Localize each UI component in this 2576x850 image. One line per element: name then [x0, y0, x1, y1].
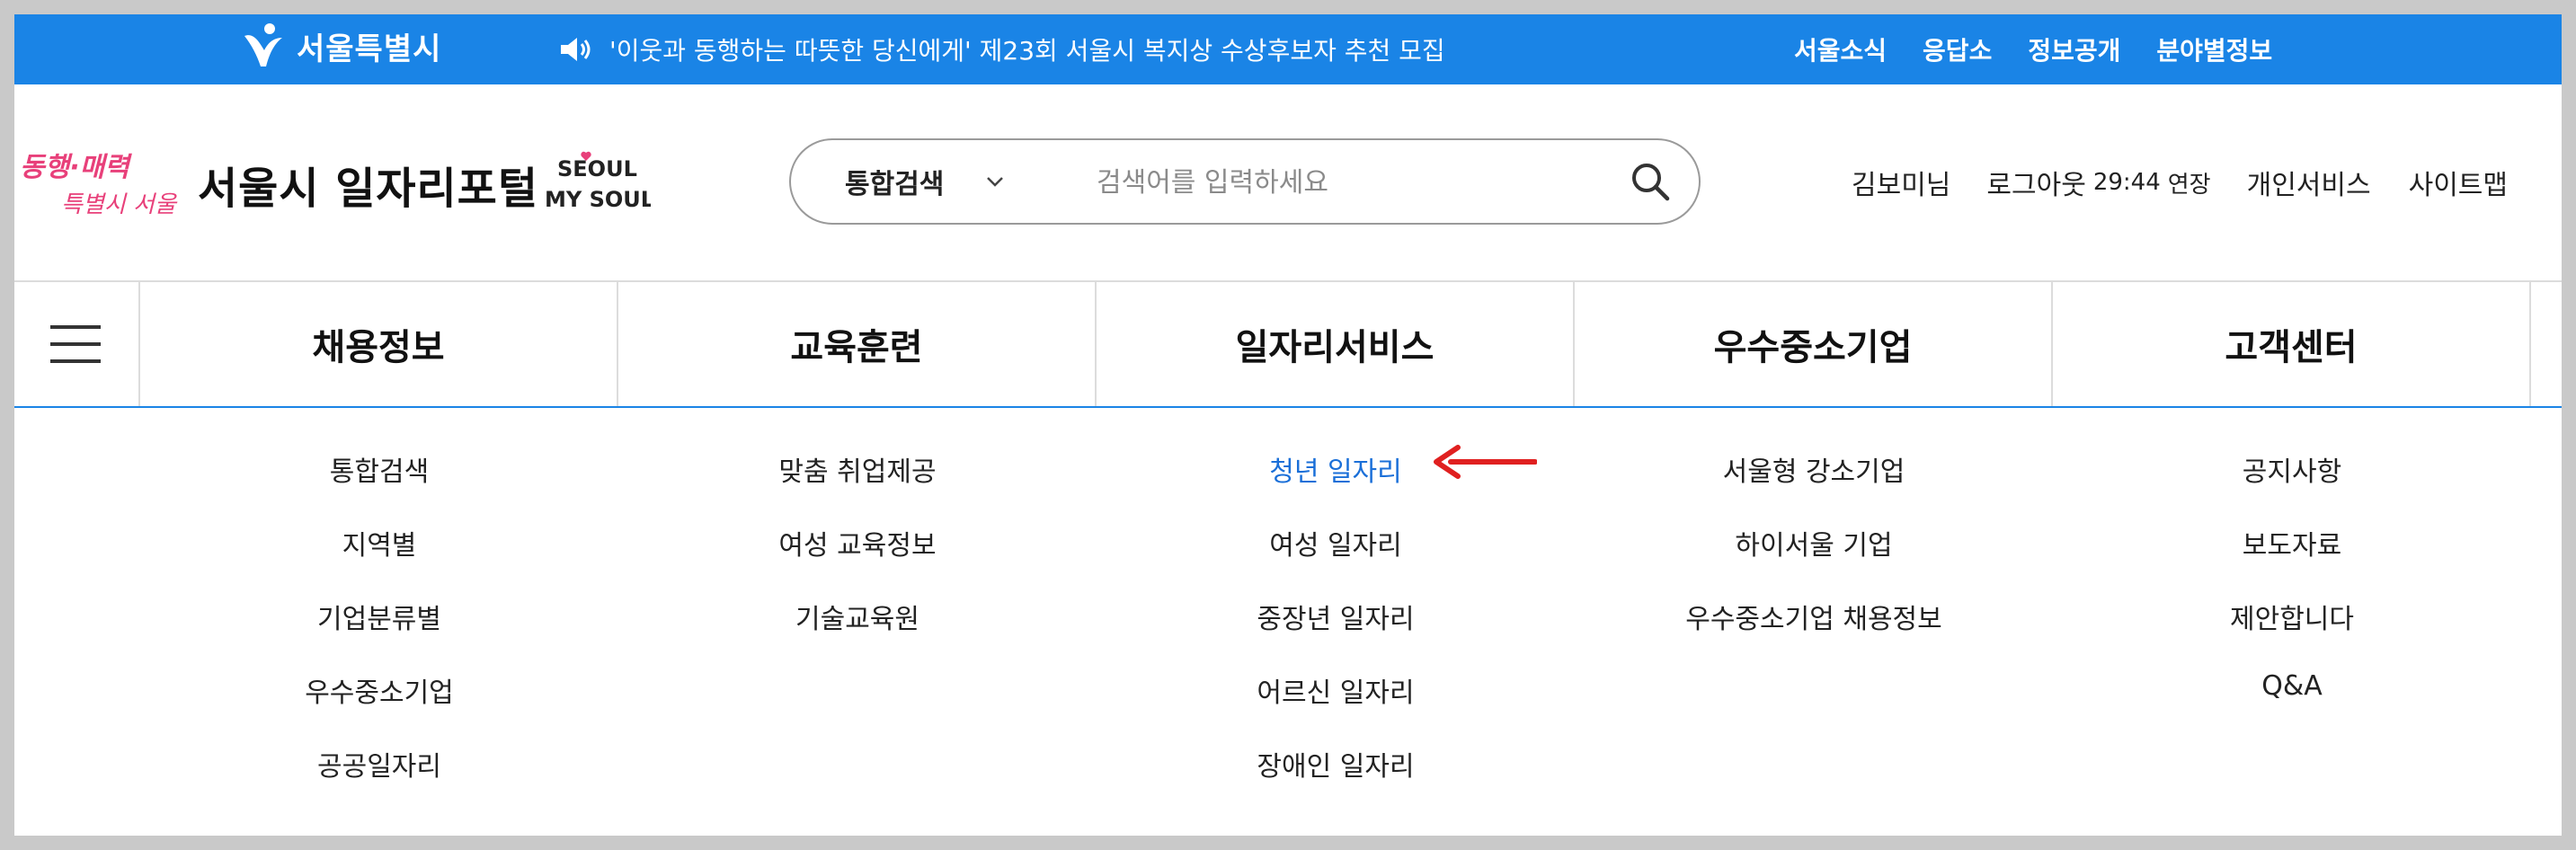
site-header: 동행·매력 특별시 서울 서울시 일자리포털 SEOUL MY SOUL 통합검…: [14, 84, 2562, 280]
menu-item-qna[interactable]: Q&A: [2053, 670, 2531, 702]
menu-item-integrated-search[interactable]: 통합검색: [140, 449, 618, 489]
menu-item-suggestions[interactable]: 제안합니다: [2053, 597, 2531, 636]
nav-tab-customer-center[interactable]: 고객센터: [2053, 282, 2531, 406]
slogan-logo[interactable]: 동행·매력 특별시 서울: [16, 140, 194, 221]
sitemap-link[interactable]: 사이트맵: [2409, 163, 2508, 202]
top-link-info-disclosure[interactable]: 정보공개: [2028, 31, 2120, 67]
user-menu: 김보미님 로그아웃 29:44 연장 개인서비스 사이트맵: [1852, 84, 2508, 280]
session-timer: 29:44: [2092, 169, 2161, 196]
nav-tab-training[interactable]: 교육훈련: [618, 282, 1097, 406]
nav-tab-job-info[interactable]: 채용정보: [140, 282, 618, 406]
menu-item-senior-jobs[interactable]: 어르신 일자리: [1097, 670, 1575, 710]
top-utility-bar: 서울특별시 '이웃과 동행하는 따뜻한 당신에게' 제23회 서울시 복지상 수…: [14, 14, 2562, 84]
menu-item-tech-institute[interactable]: 기술교육원: [618, 597, 1097, 636]
top-link-response[interactable]: 응답소: [1923, 31, 1992, 67]
menu-item-seoul-strong-sme[interactable]: 서울형 강소기업: [1575, 449, 2053, 489]
menu-item-women-education[interactable]: 여성 교육정보: [618, 523, 1097, 562]
seoul-city-logo-text: 서울특별시: [297, 31, 442, 67]
user-name: 김보미님: [1852, 170, 1951, 201]
menu-item-middle-aged-jobs[interactable]: 중장년 일자리: [1097, 597, 1575, 636]
menu-item-custom-employment[interactable]: 맞춤 취업제공: [618, 449, 1097, 489]
personal-service-link[interactable]: 개인서비스: [2247, 163, 2371, 202]
menu-item-hi-seoul-company[interactable]: 하이서울 기업: [1575, 523, 2053, 562]
nav-tab-job-service[interactable]: 일자리서비스: [1097, 282, 1575, 406]
menu-item-notices[interactable]: 공지사항: [2053, 449, 2531, 489]
svg-text:동행·매력: 동행·매력: [20, 152, 132, 183]
menu-item-women-jobs[interactable]: 여성 일자리: [1097, 523, 1575, 562]
site-title-logo[interactable]: 서울시 일자리포털: [198, 153, 538, 216]
top-link-news[interactable]: 서울소식: [1794, 31, 1887, 67]
svg-text:특별시 서울: 특별시 서울: [61, 191, 178, 218]
pointer-arrow-icon: [1434, 445, 1537, 479]
all-menu-button[interactable]: [14, 282, 140, 406]
hamburger-menu-icon: [50, 325, 101, 363]
menu-item-press-releases[interactable]: 보도자료: [2053, 523, 2531, 562]
announcement-banner[interactable]: '이웃과 동행하는 따뜻한 당신에게' 제23회 서울시 복지상 수상후보자 추…: [559, 14, 1445, 84]
speaker-icon: [561, 38, 591, 61]
menu-item-sme-job-info[interactable]: 우수중소기업 채용정보: [1575, 597, 2053, 636]
main-navigation: 채용정보 교육훈련 일자리서비스 우수중소기업 고객센터: [14, 280, 2562, 406]
seoul-symbol-icon: [244, 23, 282, 66]
logout-link[interactable]: 로그아웃: [1986, 163, 2085, 202]
menu-item-public-jobs[interactable]: 공공일자리: [140, 744, 618, 784]
session-extend-button[interactable]: 연장: [2168, 166, 2211, 199]
announcement-text[interactable]: '이웃과 동행하는 따뜻한 당신에게' 제23회 서울시 복지상 수상후보자 추…: [609, 31, 1445, 67]
search-scope-value: 통합검색: [845, 169, 945, 200]
menu-item-by-region[interactable]: 지역별: [140, 523, 618, 562]
top-links: 서울소식 응답소 정보공개 분야별정보: [1794, 14, 2272, 84]
menu-item-disabled-jobs[interactable]: 장애인 일자리: [1097, 744, 1575, 784]
search-scope-select[interactable]: 통합검색: [845, 140, 1005, 223]
svg-text:MY SOUL: MY SOUL: [545, 187, 651, 212]
seoul-my-soul-logo[interactable]: SEOUL MY SOUL: [545, 147, 651, 219]
search-input[interactable]: [1095, 156, 1602, 208]
top-link-field-info[interactable]: 분야별정보: [2156, 31, 2272, 67]
nav-tab-sme[interactable]: 우수중소기업: [1575, 282, 2053, 406]
browser-viewport: 서울특별시 '이웃과 동행하는 따뜻한 당신에게' 제23회 서울시 복지상 수…: [14, 14, 2562, 836]
search-icon[interactable]: [1629, 160, 1672, 203]
mega-menu: 통합검색 지역별 기업분류별 우수중소기업 공공일자리 맞춤 취업제공 여성 교…: [14, 408, 2562, 836]
seoul-city-logo[interactable]: 서울특별시: [237, 18, 441, 74]
chevron-down-icon: [987, 177, 1004, 187]
search-bar: 통합검색: [789, 138, 1701, 225]
menu-item-by-company-type[interactable]: 기업분류별: [140, 597, 618, 636]
menu-item-excellent-sme[interactable]: 우수중소기업: [140, 670, 618, 710]
svg-text:SEOUL: SEOUL: [557, 156, 637, 182]
